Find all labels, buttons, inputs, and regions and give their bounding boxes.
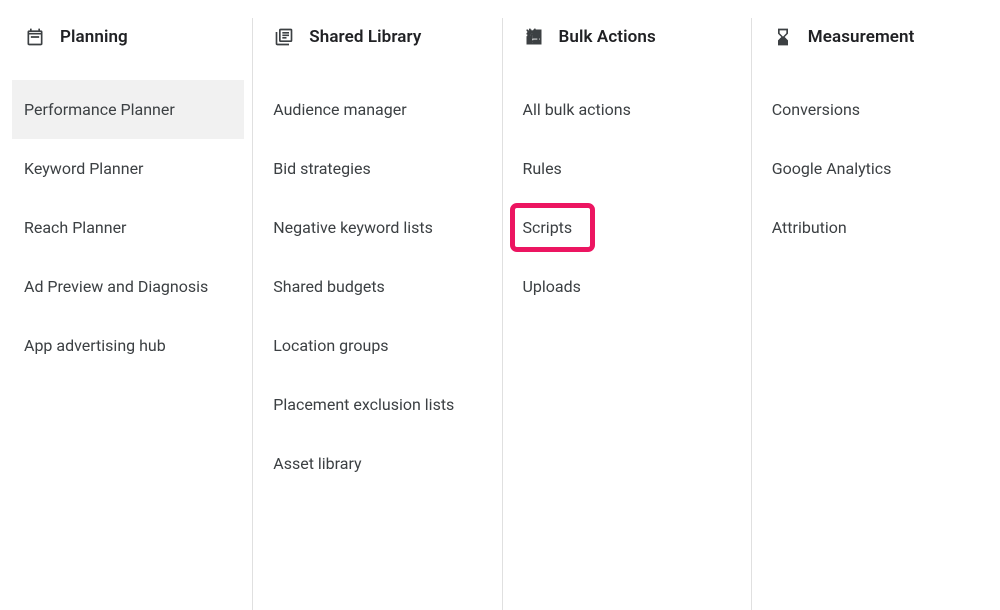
column-title: Measurement [808, 27, 915, 47]
column-shared-library: Shared Library Audience manager Bid stra… [253, 18, 502, 610]
column-planning: Planning Performance Planner Keyword Pla… [0, 18, 253, 610]
menu-item-label: Scripts [523, 218, 573, 237]
menu-item-label: Bid strategies [273, 159, 371, 178]
menu-list-bulk-actions: All bulk actions Rules Scripts Uploads [511, 66, 743, 316]
menu-item-label: Attribution [772, 218, 847, 237]
menu-item-label: App advertising hub [24, 336, 166, 355]
menu-item-location-groups[interactable]: Location groups [261, 316, 493, 375]
menu-item-keyword-planner[interactable]: Keyword Planner [12, 139, 244, 198]
menu-item-placement-exclusion-lists[interactable]: Placement exclusion lists [261, 375, 493, 434]
menu-item-label: Location groups [273, 336, 388, 355]
menu-list-measurement: Conversions Google Analytics Attribution [760, 66, 992, 257]
menu-item-ad-preview[interactable]: Ad Preview and Diagnosis [12, 257, 244, 316]
menu-list-shared-library: Audience manager Bid strategies Negative… [261, 66, 493, 493]
menu-item-label: Reach Planner [24, 218, 126, 237]
menu-item-label: Placement exclusion lists [273, 395, 454, 414]
column-title: Shared Library [309, 27, 421, 47]
menu-list-planning: Performance Planner Keyword Planner Reac… [12, 66, 244, 375]
column-header-bulk-actions: Bulk Actions [511, 18, 743, 66]
menu-item-label: Shared budgets [273, 277, 385, 296]
column-header-measurement: Measurement [760, 18, 992, 66]
bulk-icon [523, 26, 545, 48]
menu-item-asset-library[interactable]: Asset library [261, 434, 493, 493]
menu-item-conversions[interactable]: Conversions [760, 80, 992, 139]
column-title: Bulk Actions [559, 27, 656, 47]
menu-item-shared-budgets[interactable]: Shared budgets [261, 257, 493, 316]
menu-item-performance-planner[interactable]: Performance Planner [12, 80, 244, 139]
menu-item-label: Asset library [273, 454, 361, 473]
menu-item-label: All bulk actions [523, 100, 631, 119]
calendar-icon [24, 26, 46, 48]
menu-item-label: Ad Preview and Diagnosis [24, 277, 208, 296]
menu-item-google-analytics[interactable]: Google Analytics [760, 139, 992, 198]
menu-item-label: Performance Planner [24, 100, 175, 119]
menu-item-label: Keyword Planner [24, 159, 143, 178]
menu-item-attribution[interactable]: Attribution [760, 198, 992, 257]
column-bulk-actions: Bulk Actions All bulk actions Rules Scri… [503, 18, 752, 610]
menu-item-label: Negative keyword lists [273, 218, 433, 237]
menu-item-label: Conversions [772, 100, 860, 119]
column-measurement: Measurement Conversions Google Analytics… [752, 18, 1000, 610]
menu-item-scripts[interactable]: Scripts [511, 204, 595, 251]
tools-menu: Planning Performance Planner Keyword Pla… [0, 0, 1000, 610]
menu-item-rules[interactable]: Rules [511, 139, 743, 198]
menu-item-label: Google Analytics [772, 159, 892, 178]
menu-item-uploads[interactable]: Uploads [511, 257, 743, 316]
hourglass-icon [772, 26, 794, 48]
column-title: Planning [60, 27, 128, 47]
menu-item-audience-manager[interactable]: Audience manager [261, 80, 493, 139]
menu-item-app-advertising-hub[interactable]: App advertising hub [12, 316, 244, 375]
menu-item-label: Audience manager [273, 100, 406, 119]
column-header-shared-library: Shared Library [261, 18, 493, 66]
menu-item-negative-keyword-lists[interactable]: Negative keyword lists [261, 198, 493, 257]
menu-item-all-bulk-actions[interactable]: All bulk actions [511, 80, 743, 139]
menu-item-reach-planner[interactable]: Reach Planner [12, 198, 244, 257]
library-icon [273, 26, 295, 48]
menu-item-bid-strategies[interactable]: Bid strategies [261, 139, 493, 198]
menu-item-label: Rules [523, 159, 562, 178]
column-header-planning: Planning [12, 18, 244, 66]
menu-item-label: Uploads [523, 277, 581, 296]
